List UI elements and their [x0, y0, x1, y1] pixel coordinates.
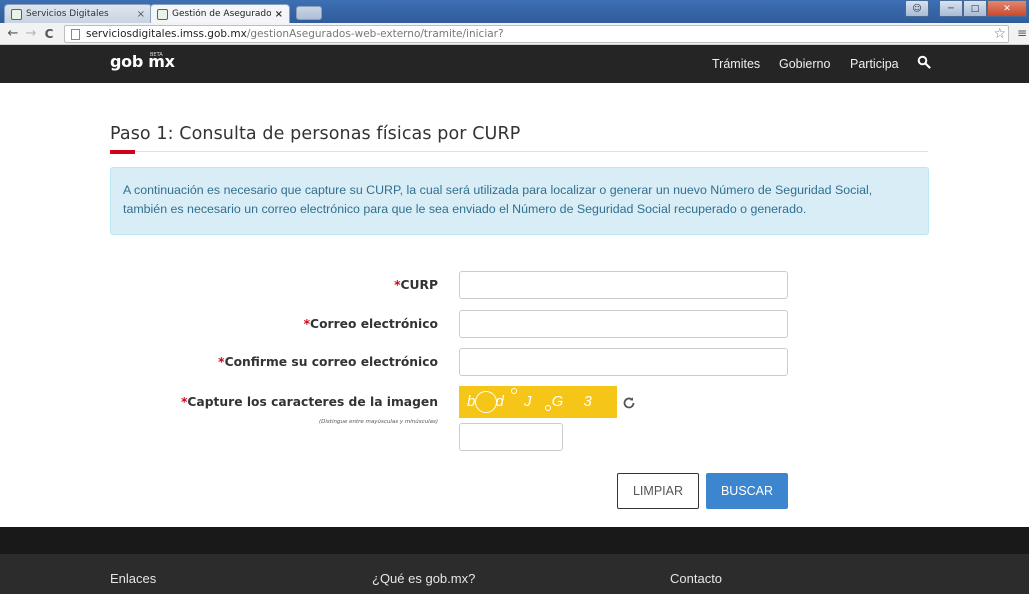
- reload-icon[interactable]: C: [40, 27, 58, 41]
- captcha-input[interactable]: [459, 423, 563, 451]
- info-alert: A continuación es necesario que capture …: [110, 167, 929, 235]
- footer-links-title: Enlaces: [110, 571, 157, 586]
- curp-label: *CURP: [394, 278, 438, 292]
- user-icon[interactable]: ☺: [905, 0, 929, 17]
- url-host: serviciosdigitales.imss.gob.mx: [86, 28, 247, 40]
- page-icon: [71, 28, 80, 40]
- back-icon[interactable]: ←: [4, 26, 22, 41]
- page-title: Paso 1: Consulta de personas físicas por…: [110, 124, 521, 144]
- tab-close-icon[interactable]: ×: [137, 9, 145, 20]
- close-window-button[interactable]: ✕: [987, 0, 1027, 17]
- new-tab-button[interactable]: [296, 6, 322, 20]
- nav-tramites[interactable]: Trámites: [712, 57, 760, 71]
- forward-icon[interactable]: →: [22, 26, 40, 41]
- captcha-text: b d J G 3: [467, 393, 600, 410]
- captcha-hint: (Distingue entre mayúsculas y minúsculas…: [319, 419, 438, 425]
- tab-label: Gestión de Asegurados - F: [172, 9, 271, 19]
- title-accent-bar: [110, 150, 135, 154]
- minimize-button[interactable]: ─: [939, 0, 963, 17]
- tab-gestion-asegurados[interactable]: Gestión de Asegurados - F ×: [150, 4, 290, 23]
- tab-servicios-digitales[interactable]: Servicios Digitales ×: [4, 4, 152, 23]
- window-controls: ☺ ─ □ ✕: [905, 0, 1027, 17]
- browser-toolbar: ← → C serviciosdigitales.imss.gob.mx/ges…: [0, 23, 1029, 45]
- site-header: gob mx BETA Trámites Gobierno Participa: [0, 45, 1029, 83]
- curp-input[interactable]: [459, 271, 788, 299]
- maximize-button[interactable]: □: [963, 0, 987, 17]
- confirm-email-input[interactable]: [459, 348, 788, 376]
- footer-top-band: [0, 527, 1029, 554]
- imss-favicon-icon: [11, 8, 22, 20]
- menu-icon[interactable]: ≡: [1017, 26, 1027, 40]
- nav-gobierno[interactable]: Gobierno: [779, 57, 830, 71]
- search-button[interactable]: BUSCAR: [706, 473, 788, 509]
- captcha-label: *Capture los caracteres de la imagen: [180, 395, 438, 409]
- search-icon[interactable]: [917, 55, 931, 69]
- clear-button[interactable]: LIMPIAR: [617, 473, 699, 509]
- browser-tabstrip: Servicios Digitales × Gestión de Asegura…: [0, 0, 1029, 23]
- url-path: /gestionAsegurados-web-externo/tramite/i…: [246, 28, 504, 40]
- gobmx-logo[interactable]: gob mx: [110, 52, 175, 71]
- logo-beta-badge: BETA: [150, 52, 163, 58]
- email-input[interactable]: [459, 310, 788, 338]
- refresh-captcha-icon[interactable]: [622, 396, 636, 410]
- confirm-email-label: *Confirme su correo electrónico: [218, 355, 438, 369]
- footer-contact-title: Contacto: [670, 571, 723, 586]
- title-divider: [110, 151, 928, 152]
- tab-close-icon[interactable]: ×: [275, 9, 283, 20]
- footer-about-title: ¿Qué es gob.mx?: [372, 571, 476, 586]
- imss-favicon-icon: [157, 8, 168, 20]
- bookmark-star-icon[interactable]: ☆: [993, 26, 1006, 42]
- nav-participa[interactable]: Participa: [850, 57, 899, 71]
- address-bar[interactable]: serviciosdigitales.imss.gob.mx/gestionAs…: [64, 25, 1009, 43]
- email-label: *Correo electrónico: [303, 317, 438, 331]
- tab-label: Servicios Digitales: [26, 9, 109, 19]
- captcha-image: b d J G 3: [459, 386, 617, 418]
